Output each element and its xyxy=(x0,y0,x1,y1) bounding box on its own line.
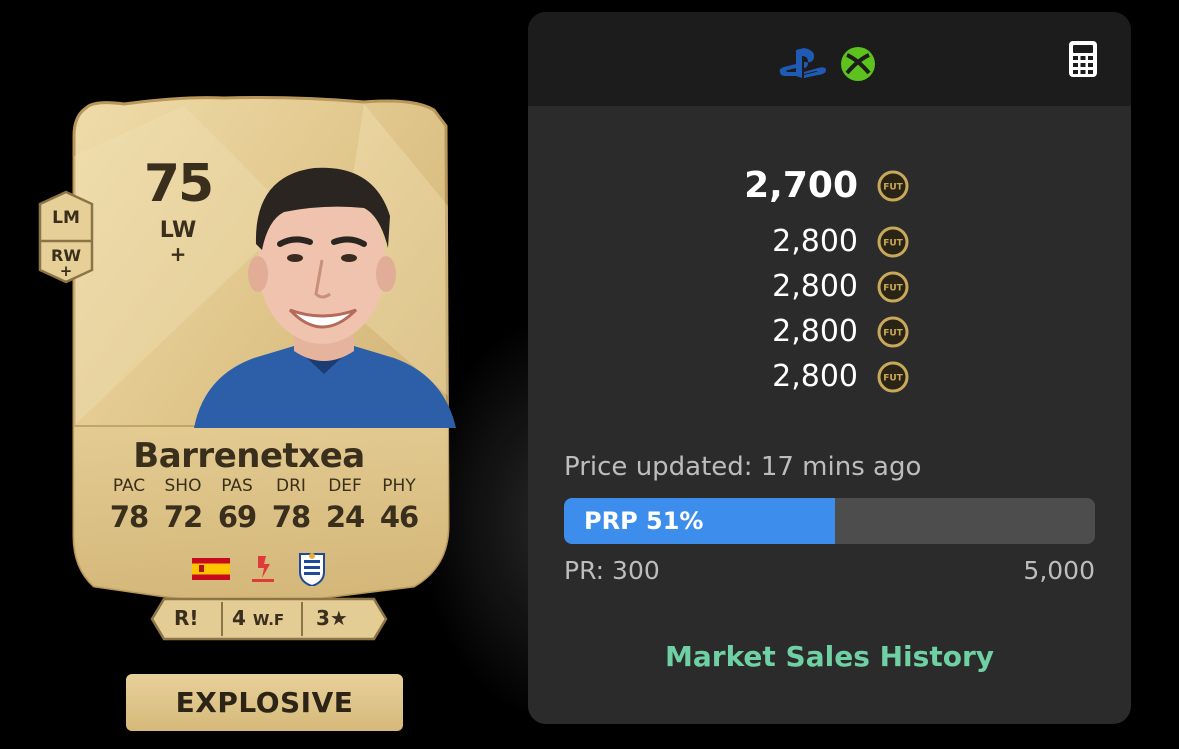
stat-value: 24 xyxy=(325,500,365,534)
fut-coin-icon: FUT xyxy=(877,271,909,303)
stat-phy: PHY 46 xyxy=(374,476,424,534)
price-range-max: 5,000 xyxy=(1023,556,1095,585)
skill-stars-value: 3 xyxy=(316,606,330,630)
price-value: 2,800 xyxy=(772,269,858,304)
stat-pac: PAC 78 xyxy=(104,476,154,534)
prp-label: PRP 51% xyxy=(584,507,704,535)
stats-row: PAC 78 SHO 72 PAS 69 DRI 78 DEF 24 PHY 4… xyxy=(104,476,424,534)
exclamation-icon: ! xyxy=(189,606,199,630)
price-row: 2,800 FUT xyxy=(528,222,1131,262)
coin-label: FUT xyxy=(883,284,903,294)
weak-foot-indicator: 4 W.F xyxy=(232,606,284,630)
xbox-icon[interactable] xyxy=(840,46,876,82)
stat-value: 78 xyxy=(109,500,149,534)
price-row-lowest: 2,700 FUT xyxy=(528,166,1131,206)
stat-sho: SHO 72 xyxy=(158,476,208,534)
stat-label: PAS xyxy=(221,476,253,496)
price-row: 2,800 FUT xyxy=(528,312,1131,352)
playstyle-badge: EXPLOSIVE xyxy=(126,674,403,731)
laliga-logo-icon xyxy=(252,556,274,582)
stat-value: 46 xyxy=(379,500,419,534)
star-icon: ★ xyxy=(329,606,348,630)
stat-label: PHY xyxy=(382,476,416,496)
skill-stars-indicator: 3★ xyxy=(316,606,348,630)
fut-coin-icon: FUT xyxy=(877,361,909,393)
stat-label: DRI xyxy=(276,476,306,496)
player-card[interactable]: LM RW + 75 LW + Barrenetxea PAC 78 SHO 7… xyxy=(34,96,464,641)
price-value: 2,800 xyxy=(772,359,858,394)
stat-value: 69 xyxy=(217,500,257,534)
real-sociedad-crest-icon xyxy=(299,553,325,586)
price-row: 2,800 FUT xyxy=(528,267,1131,307)
spain-flag-icon xyxy=(192,558,230,580)
skill-moves-indicator: R! xyxy=(174,606,199,630)
price-value: 2,800 xyxy=(772,224,858,259)
price-range-min: PR: 300 xyxy=(564,556,660,585)
stat-pas: PAS 69 xyxy=(212,476,262,534)
weak-foot-value: 4 xyxy=(232,606,246,630)
stat-value: 78 xyxy=(271,500,311,534)
coin-label: FUT xyxy=(883,183,903,193)
alt-position-plus: + xyxy=(59,262,73,280)
fut-coin-icon: FUT xyxy=(877,170,909,202)
calculator-icon[interactable] xyxy=(1068,40,1098,78)
skill-moves-label: R xyxy=(174,606,190,630)
stat-value: 72 xyxy=(163,500,203,534)
weak-foot-suffix: W.F xyxy=(252,611,285,629)
fut-coin-icon: FUT xyxy=(877,316,909,348)
stat-label: SHO xyxy=(164,476,202,496)
coin-label: FUT xyxy=(883,329,903,339)
price-value: 2,700 xyxy=(744,165,858,206)
alt-position-lm: LM xyxy=(52,208,80,228)
price-updated-text: Price updated: 17 mins ago xyxy=(564,452,922,482)
coin-label: FUT xyxy=(883,374,903,384)
player-photo xyxy=(194,167,456,428)
coin-label: FUT xyxy=(883,239,903,249)
prp-progress-bar: PRP 51% xyxy=(564,498,1095,544)
fut-coin-icon: FUT xyxy=(877,226,909,258)
stat-label: PAC xyxy=(112,476,146,496)
price-panel: 2,700 FUT 2,800 FUT 2,800 FUT 2,800 FUT … xyxy=(528,12,1131,724)
card-badges xyxy=(192,553,325,586)
player-name: Barrenetxea xyxy=(133,436,365,476)
stat-def: DEF 24 xyxy=(320,476,370,534)
stat-label: DEF xyxy=(328,476,362,496)
platform-header xyxy=(528,12,1131,106)
price-value: 2,800 xyxy=(772,314,858,349)
price-row: 2,800 FUT xyxy=(528,357,1131,397)
stat-dri: DRI 78 xyxy=(266,476,316,534)
market-sales-history-link[interactable]: Market Sales History xyxy=(528,640,1131,673)
playstation-icon[interactable] xyxy=(778,48,828,80)
